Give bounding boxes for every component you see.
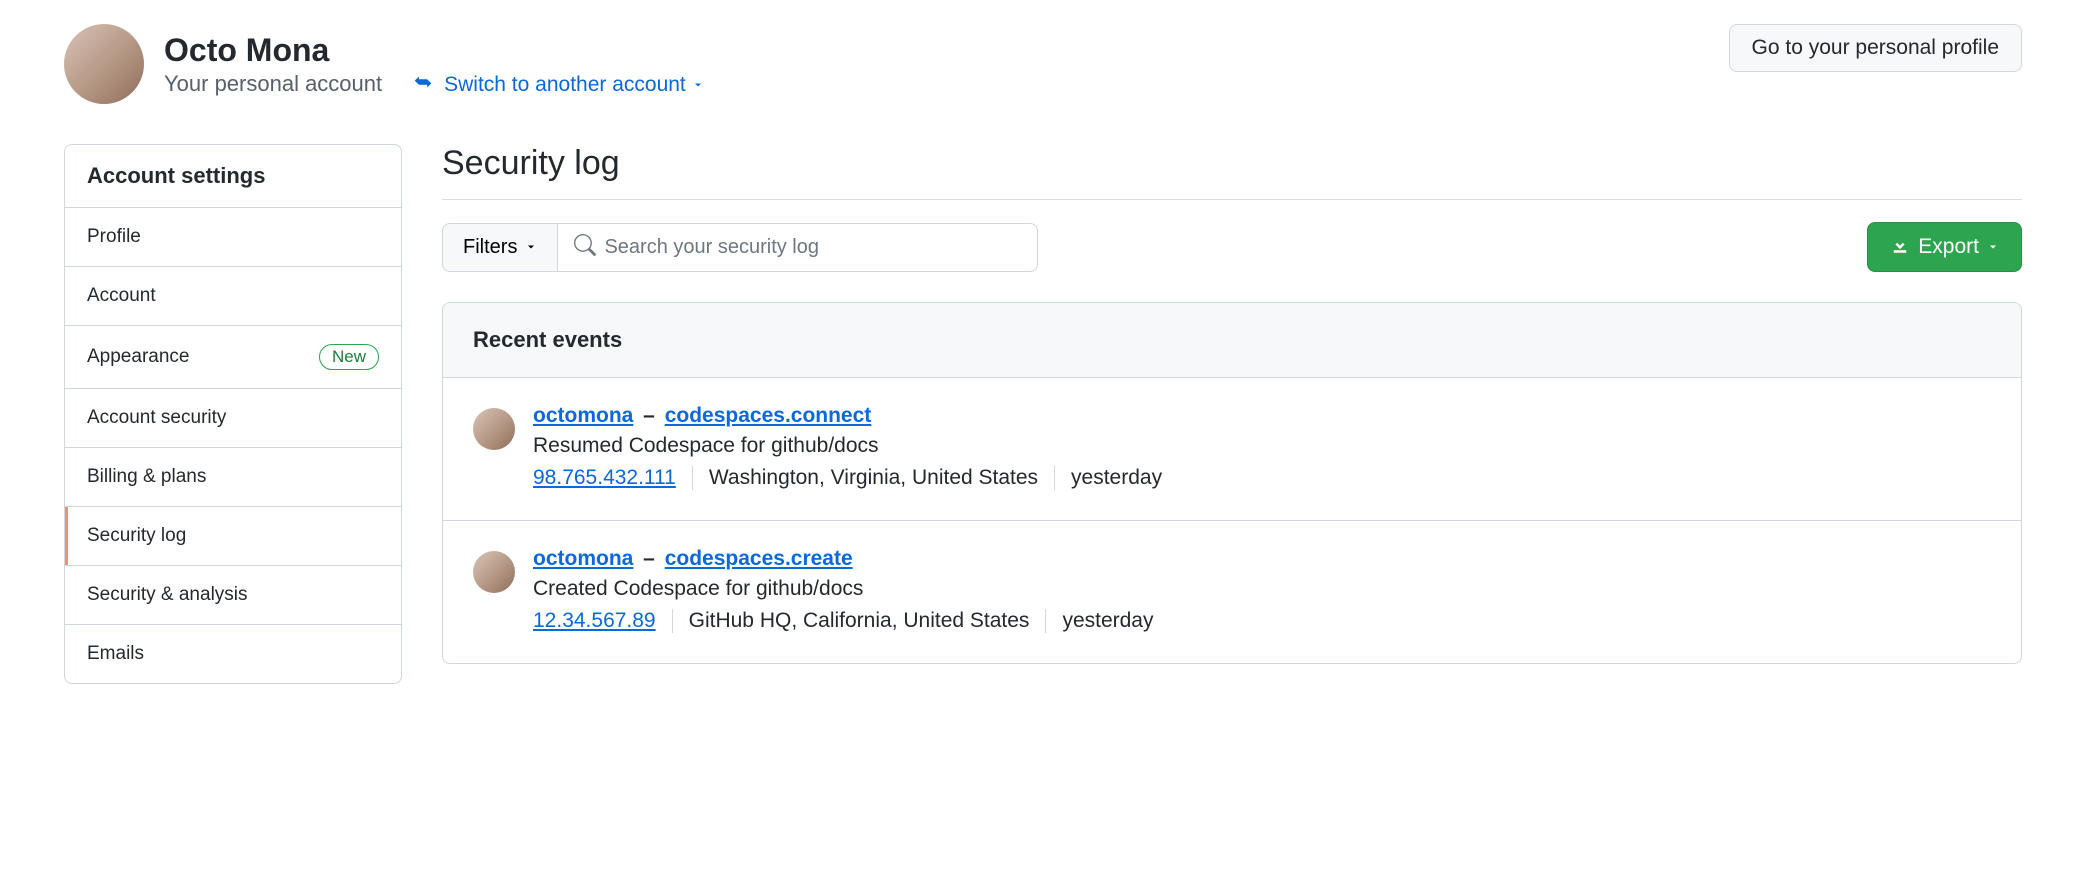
divider (1045, 609, 1046, 633)
event-ip-link[interactable]: 98.765.432.111 (533, 466, 676, 490)
sidebar-item-security-log[interactable]: Security log (65, 507, 401, 566)
export-button[interactable]: Export (1867, 222, 2022, 272)
search-icon (574, 234, 596, 261)
divider (442, 199, 2022, 200)
chevron-down-icon (1987, 235, 1999, 259)
event-title: octomona – codespaces.connect (533, 404, 1991, 428)
sidebar-item-appearance[interactable]: Appearance New (65, 326, 401, 389)
page-header: Octo Mona Your personal account Switch t… (64, 24, 2022, 104)
avatar[interactable] (64, 24, 144, 104)
chevron-down-icon (525, 236, 537, 259)
sidebar-item-profile[interactable]: Profile (65, 208, 401, 267)
divider (1054, 466, 1055, 490)
switch-account-link[interactable]: Switch to another account (444, 73, 704, 97)
event-description: Created Codespace for github/docs (533, 577, 1991, 601)
event-actor-link[interactable]: octomona (533, 547, 633, 570)
event-row: octomona – codespaces.connect Resumed Cod… (443, 378, 2021, 521)
account-subtitle: Your personal account (164, 71, 382, 97)
sidebar-item-account[interactable]: Account (65, 267, 401, 326)
event-action-link[interactable]: codespaces.create (665, 547, 853, 570)
search-wrap (558, 223, 1038, 272)
event-location: GitHub HQ, California, United States (689, 609, 1030, 633)
sidebar-item-label: Account security (87, 407, 226, 429)
separator: – (633, 547, 664, 570)
event-actor-link[interactable]: octomona (533, 404, 633, 427)
event-description: Resumed Codespace for github/docs (533, 434, 1991, 458)
events-panel: Recent events octomona – codespaces.conn… (442, 302, 2022, 664)
sidebar-item-label: Security & analysis (87, 584, 248, 606)
main-content: Security log Filters (442, 144, 2022, 664)
toolbar: Filters E (442, 222, 2022, 272)
avatar[interactable] (473, 408, 515, 450)
avatar[interactable] (473, 551, 515, 593)
event-meta: 12.34.567.89 GitHub HQ, California, Unite… (533, 609, 1991, 633)
sidebar-item-label: Emails (87, 643, 144, 665)
export-label: Export (1918, 235, 1979, 259)
event-title: octomona – codespaces.create (533, 547, 1991, 571)
sidebar-item-security-analysis[interactable]: Security & analysis (65, 566, 401, 625)
event-row: octomona – codespaces.create Created Code… (443, 521, 2021, 663)
event-time: yesterday (1071, 466, 1162, 490)
sidebar-item-account-security[interactable]: Account security (65, 389, 401, 448)
switch-icon (412, 71, 434, 98)
event-location: Washington, Virginia, United States (709, 466, 1038, 490)
event-action-link[interactable]: codespaces.connect (665, 404, 872, 427)
separator: – (633, 404, 664, 427)
event-ip-link[interactable]: 12.34.567.89 (533, 609, 656, 633)
sidebar-item-label: Security log (87, 525, 186, 547)
badge-new: New (319, 344, 379, 370)
sidebar-item-label: Appearance (87, 346, 189, 368)
search-input[interactable] (596, 224, 1021, 271)
download-icon (1890, 234, 1910, 260)
go-to-profile-label: Go to your personal profile (1752, 36, 1999, 60)
settings-sidebar: Account settings Profile Account Appearanc… (64, 144, 402, 684)
filters-button[interactable]: Filters (442, 223, 558, 272)
sidebar-item-emails[interactable]: Emails (65, 625, 401, 683)
event-body: octomona – codespaces.connect Resumed Cod… (533, 404, 1991, 490)
chevron-down-icon (692, 73, 704, 97)
event-meta: 98.765.432.111 Washington, Virginia, Unit… (533, 466, 1991, 490)
events-header: Recent events (443, 303, 2021, 378)
account-name: Octo Mona (164, 31, 382, 69)
sidebar-heading: Account settings (65, 145, 401, 208)
filters-label: Filters (463, 236, 517, 259)
sidebar-item-label: Account (87, 285, 156, 307)
sidebar-item-billing-plans[interactable]: Billing & plans (65, 448, 401, 507)
divider (692, 466, 693, 490)
sidebar-item-label: Profile (87, 226, 141, 248)
switch-account-label: Switch to another account (444, 73, 686, 97)
go-to-profile-button[interactable]: Go to your personal profile (1729, 24, 2022, 72)
page-title: Security log (442, 144, 2022, 183)
divider (672, 609, 673, 633)
sidebar-item-label: Billing & plans (87, 466, 206, 488)
event-time: yesterday (1062, 609, 1153, 633)
event-body: octomona – codespaces.create Created Code… (533, 547, 1991, 633)
